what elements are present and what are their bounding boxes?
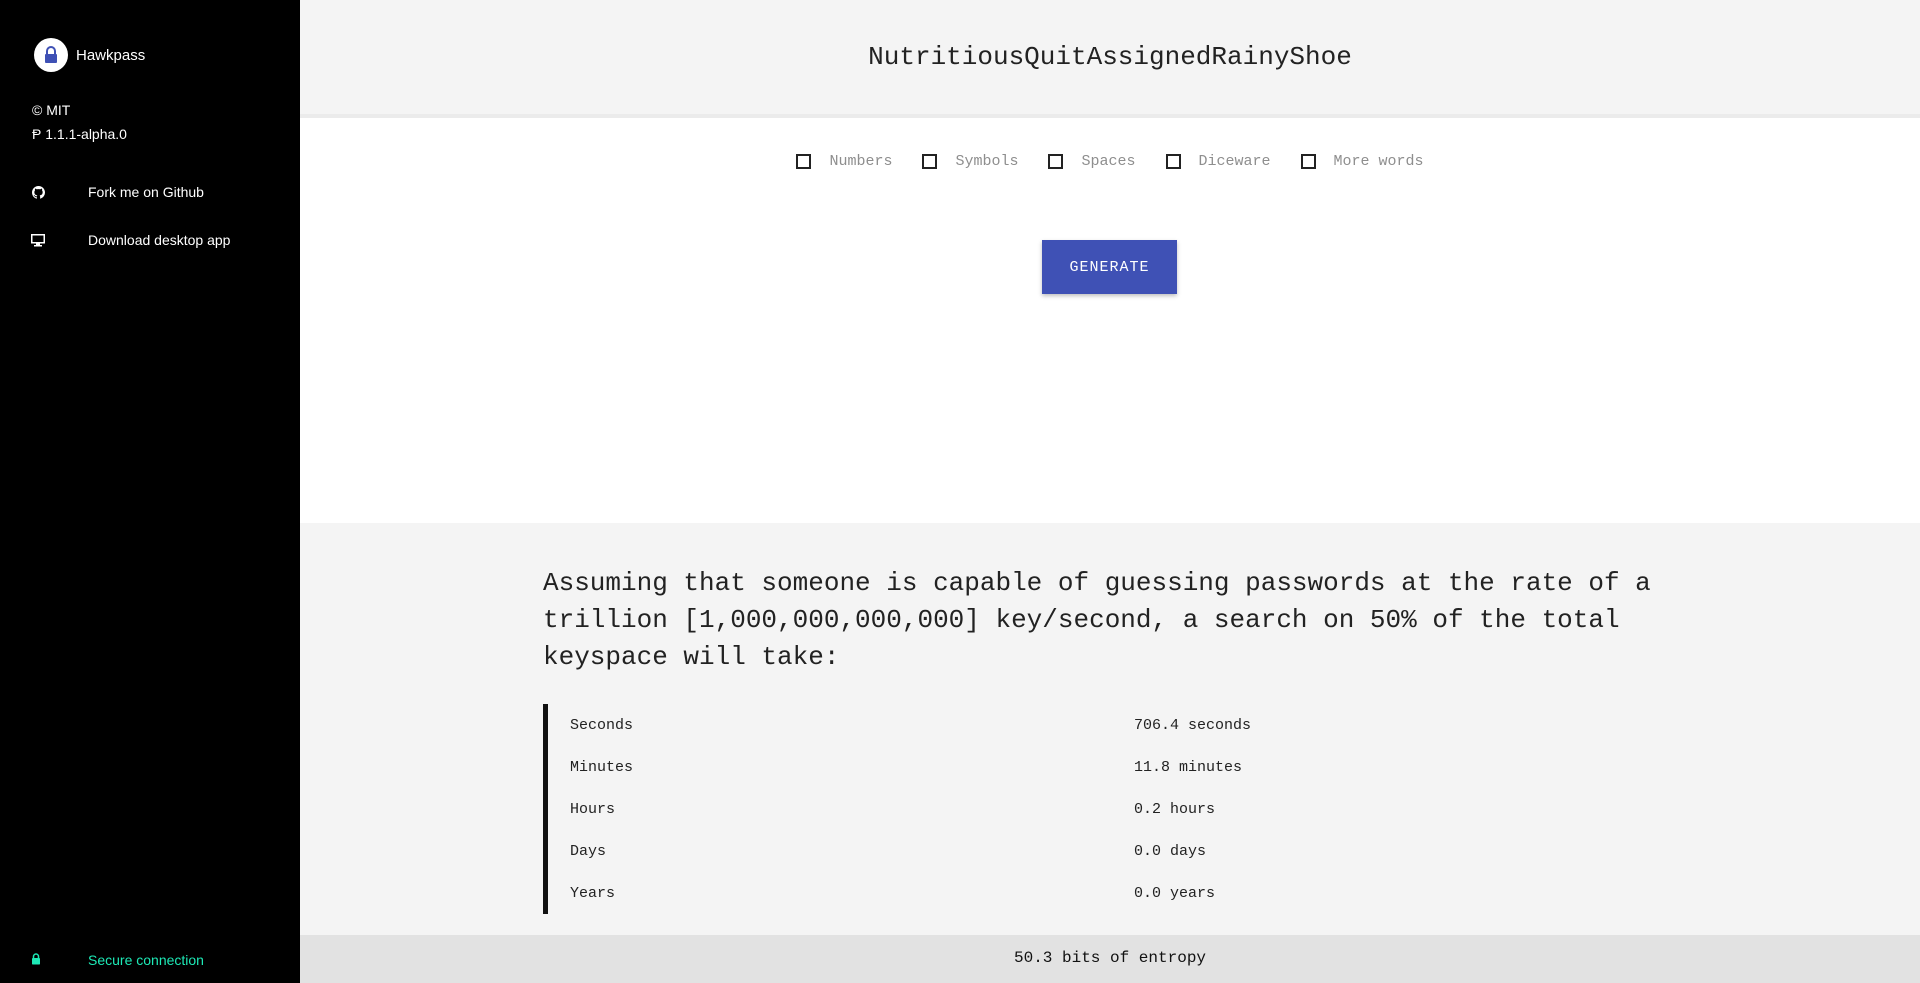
time-row-hours: Hours 0.2 hours — [548, 788, 1448, 830]
brand-name: Hawkpass — [76, 46, 146, 64]
symbols-checkbox[interactable] — [922, 154, 938, 169]
options-row: Numbers Symbols Spaces Diceware More wor… — [300, 153, 1920, 170]
time-value: 706.4 seconds — [1134, 717, 1252, 734]
desktop-icon — [31, 233, 45, 247]
download-desktop-label: Download desktop app — [88, 232, 231, 248]
option-diceware[interactable]: Diceware — [1165, 153, 1271, 170]
generate-button[interactable]: GENERATE — [1042, 240, 1177, 294]
time-row-days: Days 0.0 days — [548, 830, 1448, 872]
time-value: 0.2 hours — [1134, 801, 1216, 818]
secure-connection-status: Secure connection — [31, 952, 204, 968]
version-text: Ᵽ 1.1.1-alpha.0 — [32, 126, 127, 142]
option-symbols[interactable]: Symbols — [922, 153, 1018, 170]
generated-password[interactable]: NutritiousQuitAssignedRainyShoe — [300, 42, 1920, 72]
time-value: 0.0 years — [1134, 885, 1216, 902]
option-more-words[interactable]: More words — [1300, 153, 1424, 170]
sidebar: Hawkpass © MIT Ᵽ 1.1.1-alpha.0 Fork me o… — [0, 0, 300, 983]
crack-time-list: Seconds 706.4 seconds Minutes 11.8 minut… — [543, 704, 1448, 914]
time-value: 11.8 minutes — [1134, 759, 1243, 776]
spaces-checkbox[interactable] — [1048, 154, 1064, 169]
time-row-years: Years 0.0 years — [548, 872, 1448, 914]
time-unit: Minutes — [570, 759, 634, 776]
time-value: 0.0 days — [1134, 843, 1207, 860]
secure-connection-label: Secure connection — [88, 952, 204, 968]
crack-time-description: Assuming that someone is capable of gues… — [543, 568, 1651, 672]
time-unit: Hours — [570, 801, 616, 818]
time-unit: Seconds — [570, 717, 634, 734]
crack-time-section: Assuming that someone is capable of gues… — [300, 523, 1920, 935]
app-meta: © MIT Ᵽ 1.1.1-alpha.0 — [32, 98, 127, 146]
password-display: NutritiousQuitAssignedRainyShoe — [300, 0, 1920, 118]
option-label: Diceware — [1198, 153, 1271, 170]
time-unit: Days — [570, 843, 607, 860]
github-link-label: Fork me on Github — [88, 184, 204, 200]
download-desktop-link[interactable]: Download desktop app — [31, 232, 230, 248]
option-spaces[interactable]: Spaces — [1048, 153, 1136, 170]
time-unit: Years — [570, 885, 616, 902]
numbers-checkbox[interactable] — [796, 154, 812, 169]
github-link[interactable]: Fork me on Github — [31, 184, 204, 200]
diceware-checkbox[interactable] — [1165, 154, 1181, 169]
brand[interactable]: Hawkpass — [34, 38, 145, 72]
entropy-footer: 50.3 bits of entropy — [300, 935, 1920, 983]
option-numbers[interactable]: Numbers — [796, 153, 892, 170]
option-label: Spaces — [1081, 153, 1136, 170]
time-row-seconds: Seconds 706.4 seconds — [548, 704, 1448, 746]
time-row-minutes: Minutes 11.8 minutes — [548, 746, 1448, 788]
main-content: NutritiousQuitAssignedRainyShoe Numbers … — [300, 0, 1920, 983]
github-icon — [31, 185, 45, 199]
lock-icon — [31, 952, 41, 968]
lock-logo-icon — [34, 38, 68, 72]
license-text: © MIT — [32, 102, 71, 118]
option-label: More words — [1333, 153, 1424, 170]
more-words-checkbox[interactable] — [1300, 154, 1316, 169]
option-label: Symbols — [955, 153, 1019, 170]
option-label: Numbers — [829, 153, 893, 170]
